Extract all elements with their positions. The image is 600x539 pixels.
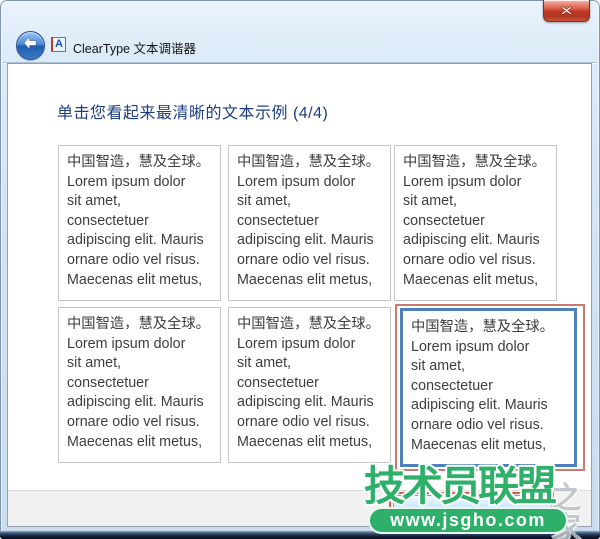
sample-text-line: Maecenas elit metus, (237, 271, 387, 291)
sample-text-line: Maecenas elit metus, (237, 433, 387, 453)
sample-text-line: Lorem ipsum dolor (411, 338, 571, 358)
sample-text-line: sit amet, (237, 192, 387, 212)
sample-text-line: Lorem ipsum dolor (237, 173, 387, 193)
sample-text-line: adipiscing elit. Mauris (67, 231, 217, 251)
sample-text-line: 中国智造，慧及全球。 (403, 153, 553, 173)
sample-text-line: sit amet, (237, 354, 387, 374)
sample-box-3[interactable]: 中国智造，慧及全球。Lorem ipsum dolorsit amet,cons… (394, 145, 557, 301)
sample-text-line: Lorem ipsum dolor (67, 335, 217, 355)
sample-text-line: Maecenas elit metus, (67, 433, 217, 453)
sample-text-line: ornare odio vel risus. (237, 251, 387, 271)
sample-text-line: ornare odio vel risus. (67, 413, 217, 433)
sample-text-line: consectetuer (403, 212, 553, 232)
sample-text-line: Lorem ipsum dolor (67, 173, 217, 193)
sample-text-line: adipiscing elit. Mauris (237, 393, 387, 413)
sample-text-line: Maecenas elit metus, (67, 271, 217, 291)
sample-text-line: Lorem ipsum dolor (237, 335, 387, 355)
sample-grid: 中国智造，慧及全球。Lorem ipsum dolorsit amet,cons… (0, 0, 600, 539)
sample-text-line: adipiscing elit. Mauris (67, 393, 217, 413)
sample-box-4[interactable]: 中国智造，慧及全球。Lorem ipsum dolorsit amet,cons… (58, 307, 221, 463)
sample-text-line: consectetuer (411, 377, 571, 397)
sample-box-6[interactable]: 中国智造，慧及全球。Lorem ipsum dolorsit amet,cons… (400, 308, 577, 467)
sample-text-line: ornare odio vel risus. (403, 251, 553, 271)
sample-box-1[interactable]: 中国智造，慧及全球。Lorem ipsum dolorsit amet,cons… (58, 145, 221, 301)
sample-text-line: sit amet, (67, 354, 217, 374)
sample-text-line: ornare odio vel risus. (411, 416, 571, 436)
sample-text-line: consectetuer (67, 374, 217, 394)
sample-text-line: consectetuer (67, 212, 217, 232)
watermark-title: 技术员联盟 (364, 466, 554, 507)
sample-text-line: 中国智造，慧及全球。 (237, 315, 387, 335)
sample-text-line: Maecenas elit metus, (411, 436, 571, 456)
sample-box-2[interactable]: 中国智造，慧及全球。Lorem ipsum dolorsit amet,cons… (228, 145, 391, 301)
sample-text-line: adipiscing elit. Mauris (403, 231, 553, 251)
sample-text-line: ornare odio vel risus. (237, 413, 387, 433)
sample-box-5[interactable]: 中国智造，慧及全球。Lorem ipsum dolorsit amet,cons… (228, 307, 391, 463)
sample-text-line: 中国智造，慧及全球。 (67, 315, 217, 335)
sample-text-line: sit amet, (67, 192, 217, 212)
sample-text-line: 中国智造，慧及全球。 (67, 153, 217, 173)
watermark-url: www.jsgho.com (390, 510, 546, 531)
sample-text-line: consectetuer (237, 374, 387, 394)
sample-text-line: sit amet, (411, 357, 571, 377)
cleartype-tuner-window: A ClearType 文本调谐器 单击您看起来最清晰的文本示例 (4/4) 中… (0, 0, 600, 539)
sample-text-line: 中国智造，慧及全球。 (411, 318, 571, 338)
sample-text-line: consectetuer (237, 212, 387, 232)
sample-text-line: ornare odio vel risus. (67, 251, 217, 271)
watermark-url-pill: www.jsgho.com (368, 507, 568, 534)
sample-text-line: 中国智造，慧及全球。 (237, 153, 387, 173)
sample-text-line: adipiscing elit. Mauris (411, 396, 571, 416)
sample-text-line: adipiscing elit. Mauris (237, 231, 387, 251)
sample-text-line: sit amet, (403, 192, 553, 212)
sample-text-line: Maecenas elit metus, (403, 271, 553, 291)
sample-text-line: Lorem ipsum dolor (403, 173, 553, 193)
